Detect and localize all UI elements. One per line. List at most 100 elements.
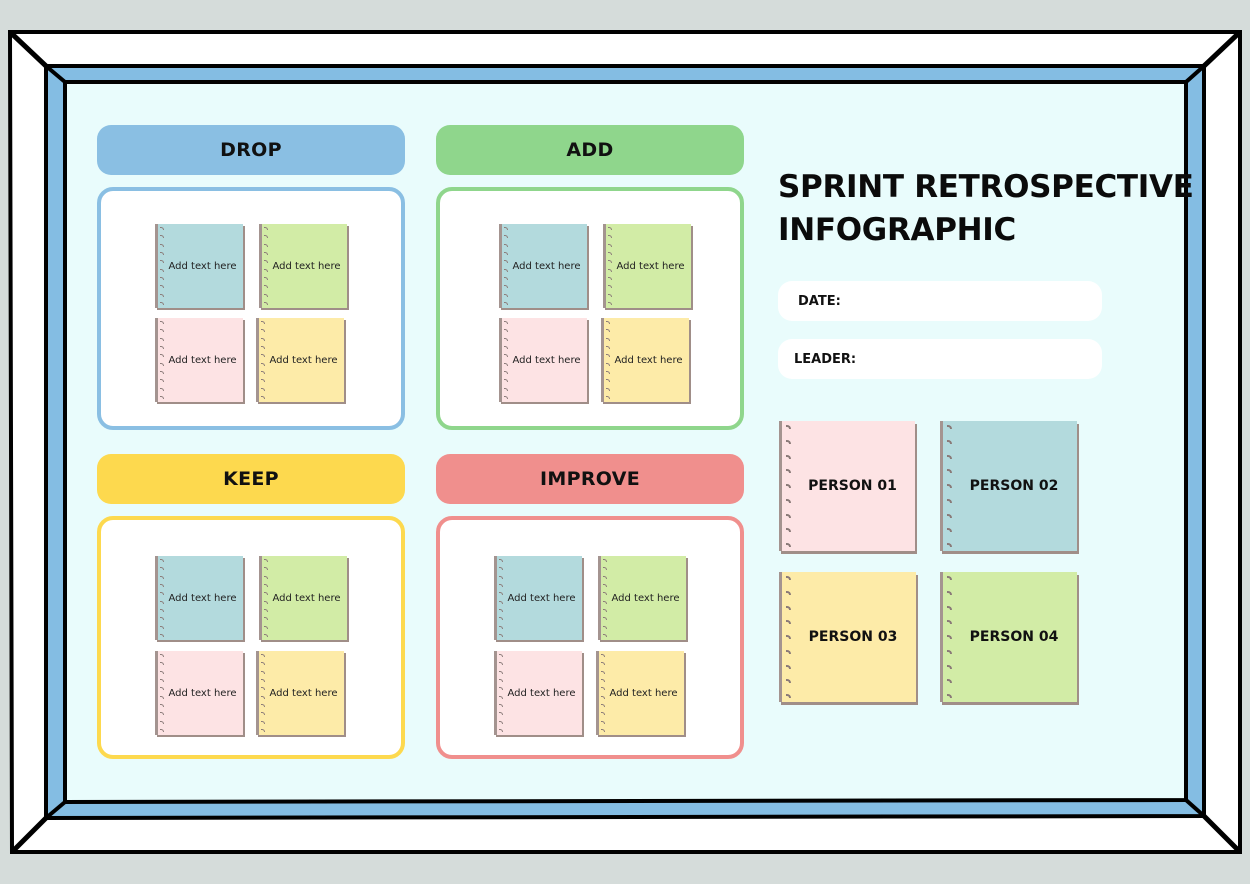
ring-icon	[603, 600, 607, 604]
ring-icon	[160, 728, 164, 732]
sticky-note[interactable]: Add text here	[155, 318, 243, 402]
sticky-note[interactable]: Add text here	[499, 318, 587, 402]
ring-icon	[499, 600, 503, 604]
ring-icon	[786, 605, 791, 610]
spiral-binding-icon	[160, 559, 166, 637]
sticky-note[interactable]: Add text here	[155, 224, 243, 308]
sticky-note[interactable]: Add text here	[494, 556, 582, 640]
section-box-keep	[97, 516, 405, 759]
person-label: PERSON 01	[808, 478, 897, 494]
person-label: PERSON 03	[808, 629, 898, 645]
ring-icon	[499, 575, 503, 579]
ring-icon	[264, 285, 268, 289]
ring-icon	[504, 370, 508, 374]
ring-icon	[601, 720, 605, 724]
leader-field[interactable]: LEADER:	[778, 339, 1102, 379]
ring-icon	[160, 345, 164, 349]
date-field[interactable]: DATE:	[778, 281, 1102, 321]
sticky-note[interactable]: Add text here	[259, 224, 347, 308]
sticky-note[interactable]: Add text here	[601, 318, 689, 402]
ring-icon	[264, 600, 268, 604]
ring-icon	[261, 321, 265, 324]
ring-icon	[264, 268, 268, 272]
ring-icon	[504, 321, 508, 324]
spiral-binding-icon	[606, 321, 612, 399]
ring-icon	[264, 559, 268, 562]
ring-icon	[264, 260, 268, 264]
sticky-note[interactable]: Add text here	[494, 651, 582, 735]
sticky-note[interactable]: Add text here	[499, 224, 587, 308]
note-text: Add text here	[616, 260, 685, 272]
sticky-note[interactable]: Add text here	[155, 556, 243, 640]
ring-icon	[499, 687, 503, 691]
spiral-binding-icon	[786, 576, 794, 698]
sticky-note[interactable]: Add text here	[155, 651, 243, 735]
ring-icon	[606, 345, 610, 349]
sticky-note[interactable]: Add text here	[596, 651, 684, 735]
ring-icon	[947, 694, 952, 698]
spiral-binding-icon	[160, 321, 166, 399]
person-card-2[interactable]: PERSON 02	[940, 421, 1077, 551]
person-card-3[interactable]: PERSON 03	[779, 572, 916, 702]
ring-icon	[160, 662, 164, 666]
ring-icon	[499, 654, 503, 657]
sticky-note[interactable]: Add text here	[256, 318, 344, 402]
ring-icon	[786, 590, 791, 595]
ring-icon	[504, 329, 508, 333]
ring-icon	[160, 625, 164, 629]
title-line-2: INFOGRAPHIC	[778, 212, 1016, 248]
ring-icon	[947, 439, 952, 444]
ring-icon	[499, 559, 503, 562]
ring-icon	[601, 662, 605, 666]
ring-icon	[499, 662, 503, 666]
note-text: Add text here	[507, 592, 576, 604]
ring-icon	[786, 439, 791, 444]
ring-icon	[499, 670, 503, 674]
sticky-note[interactable]: Add text here	[603, 224, 691, 308]
person-card-1[interactable]: PERSON 01	[779, 421, 915, 551]
ring-icon	[608, 276, 612, 280]
ring-icon	[160, 293, 164, 297]
ring-icon	[160, 268, 164, 272]
sticky-note[interactable]: Add text here	[598, 556, 686, 640]
ring-icon	[264, 301, 268, 305]
ring-icon	[786, 469, 791, 474]
ring-icon	[947, 543, 952, 547]
ring-icon	[160, 301, 164, 305]
section-box-improve	[436, 516, 744, 759]
ring-icon	[160, 235, 164, 239]
ring-icon	[608, 251, 612, 255]
spiral-binding-icon	[603, 559, 609, 637]
ring-icon	[601, 703, 605, 707]
ring-icon	[786, 528, 791, 533]
section-header-keep: KEEP	[97, 454, 405, 504]
ring-icon	[603, 567, 607, 571]
ring-icon	[160, 592, 164, 596]
person-label: PERSON 04	[969, 629, 1059, 645]
person-card-4[interactable]: PERSON 04	[940, 572, 1077, 702]
ring-icon	[504, 337, 508, 341]
ring-icon	[160, 670, 164, 674]
ring-icon	[264, 608, 268, 612]
spiral-binding-icon	[160, 654, 166, 732]
ring-icon	[264, 625, 268, 629]
ring-icon	[160, 260, 164, 264]
ring-icon	[160, 370, 164, 374]
sticky-note[interactable]: Add text here	[259, 556, 347, 640]
ring-icon	[608, 301, 612, 305]
spiral-binding-icon	[601, 654, 607, 732]
ring-icon	[504, 354, 508, 358]
ring-icon	[504, 395, 508, 399]
leader-label: LEADER:	[794, 351, 857, 367]
note-text: Add text here	[512, 260, 581, 272]
ring-icon	[947, 498, 952, 503]
ring-icon	[160, 600, 164, 604]
ring-icon	[606, 354, 610, 358]
ring-icon	[606, 379, 610, 383]
ring-icon	[160, 285, 164, 289]
ring-icon	[499, 567, 503, 571]
ring-icon	[606, 321, 610, 324]
sticky-note[interactable]: Add text here	[256, 651, 344, 735]
ring-icon	[601, 712, 605, 716]
ring-icon	[608, 260, 612, 264]
